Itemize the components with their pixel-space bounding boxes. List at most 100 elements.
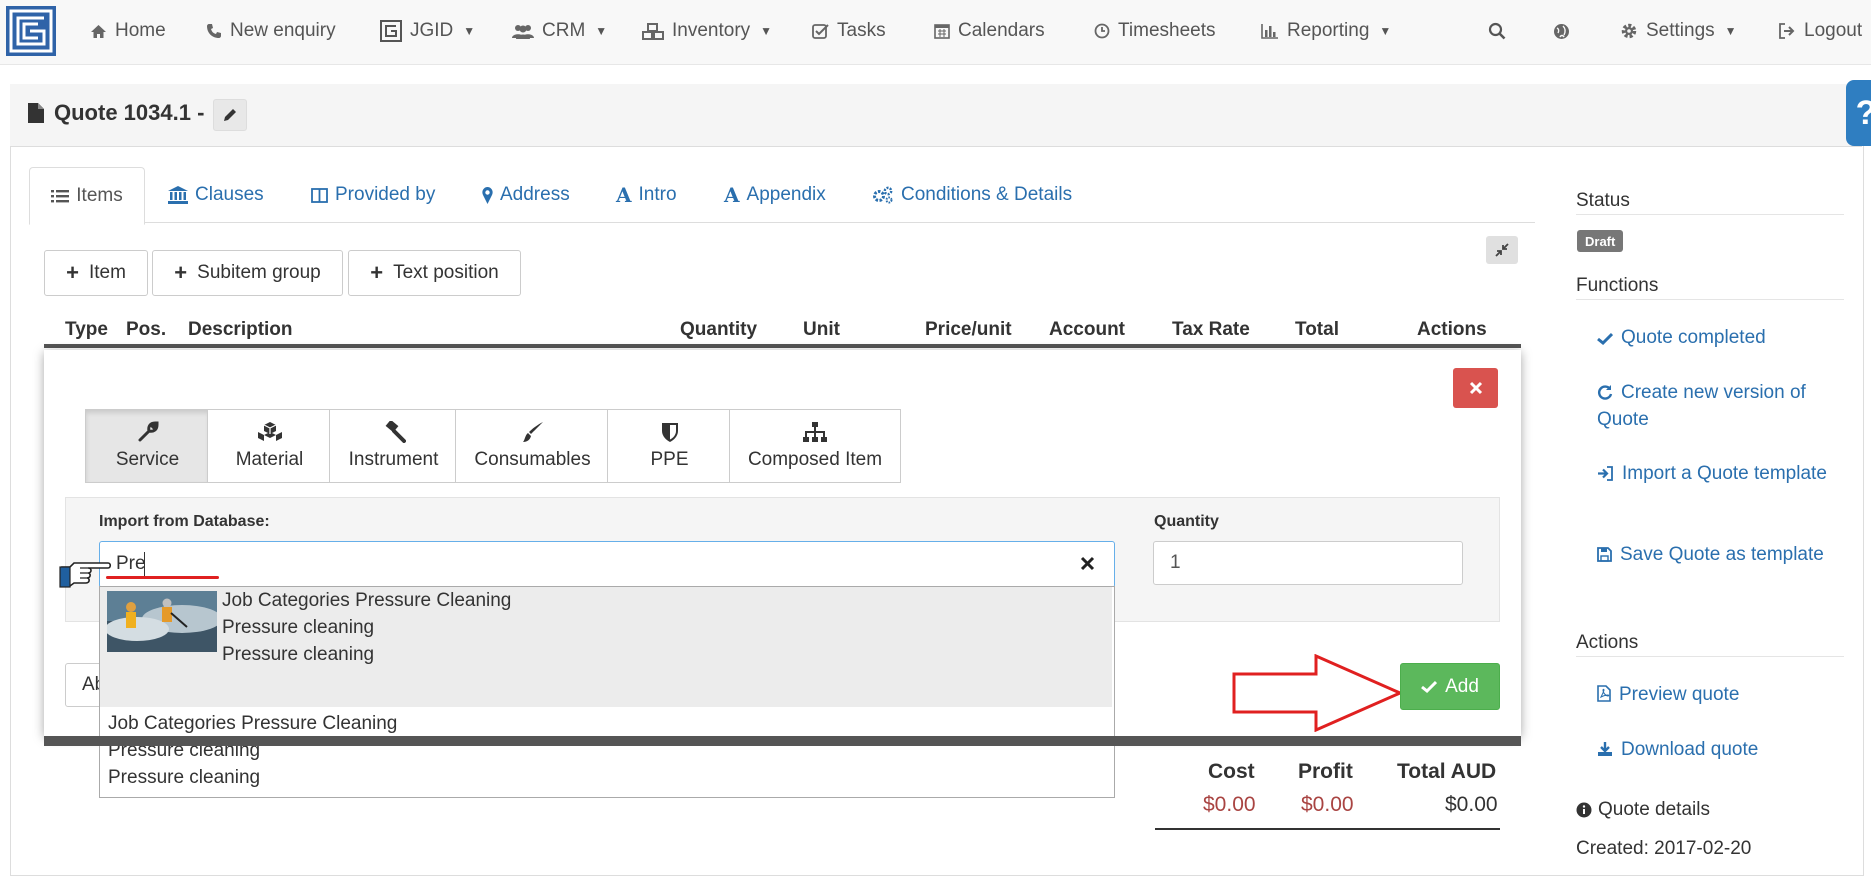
type-material-button[interactable]: Material [207,409,332,483]
add-subitem-group-label: Subitem group [197,262,321,283]
quote-completed-link[interactable]: Quote completed [1597,324,1837,351]
quote-completed-label: Quote completed [1621,327,1766,348]
preview-quote-link[interactable]: Preview quote [1597,681,1837,708]
summary-total-value: $0.00 [1445,793,1498,816]
collapse-button[interactable] [1486,236,1518,264]
nav-tasks[interactable]: Tasks [812,0,886,62]
add-subitem-group-button[interactable]: + Subitem group [152,250,343,296]
save-as-template-link[interactable]: Save Quote as template [1597,541,1837,568]
sitemap-icon [802,421,828,443]
nav-crm-label: CRM [542,20,586,41]
quote-created-date: Created: 2017-02-20 [1576,838,1752,859]
chevron-down-icon: ▼ [463,24,476,38]
col-header-tax-rate: Tax Rate [1172,319,1250,340]
tab-appendix[interactable]: A Appendix [724,168,826,222]
add-button[interactable]: Add [1400,663,1500,710]
app-logo[interactable] [6,6,56,56]
type-consumables-label: Consumables [474,449,591,470]
list-item[interactable]: Job Categories Pressure Cleaning Pressur… [108,710,397,791]
quote-details-label: Quote details [1598,799,1710,820]
download-quote-label: Download quote [1621,739,1759,760]
col-header-actions: Actions [1417,319,1487,340]
home-icon [90,24,107,39]
nav-new-enquiry-label: New enquiry [230,20,336,41]
download-quote-link[interactable]: Download quote [1597,736,1837,763]
check-icon [1597,332,1613,345]
type-service-label: Service [115,449,180,470]
chevron-down-icon: ▼ [595,24,608,38]
tab-intro[interactable]: A Intro [616,168,677,222]
quote-title-text: Quote 1034.1 - [54,100,205,125]
search-icon [1488,22,1506,40]
nav-logout[interactable]: Logout [1778,0,1862,62]
type-composed-item-label: Composed Item [747,449,883,470]
result-description: Pressure cleaning [108,767,261,788]
nav-new-enquiry[interactable]: New enquiry [206,0,336,62]
wrench-icon [137,421,159,443]
clear-search-icon[interactable] [1080,556,1095,571]
nav-crm[interactable]: CRM ▼ [512,0,607,62]
gear-icon [1620,22,1638,40]
list-item[interactable]: Job Categories Pressure Cleaning Pressur… [100,587,1112,707]
tab-conditions-label: Conditions & Details [901,184,1073,205]
phone-icon [206,23,222,39]
nav-reporting[interactable]: Reporting ▼ [1261,0,1391,62]
quote-panel-header [10,84,1862,147]
sign-out-icon [1778,23,1796,39]
tab-items[interactable]: Items [29,167,145,225]
import-template-link[interactable]: Import a Quote template [1597,460,1837,487]
quantity-input[interactable]: 1 [1153,541,1463,585]
nav-settings[interactable]: Settings ▼ [1620,0,1737,62]
tab-provided-by[interactable]: Provided by [311,168,435,222]
nav-home[interactable]: Home [90,0,166,62]
nav-language[interactable] [1553,0,1570,62]
file-pdf-icon [1597,685,1611,702]
add-item-button[interactable]: + Item [44,250,148,296]
nav-search[interactable] [1488,0,1506,62]
bank-icon [168,186,188,204]
plus-icon: + [370,260,384,285]
tab-address[interactable]: Address [482,168,570,222]
pencil-icon [222,107,238,123]
nav-jgid[interactable]: JGID ▼ [380,0,475,62]
nav-timesheets-label: Timesheets [1118,20,1216,41]
shield-icon [661,421,679,443]
type-ppe-label: PPE [650,449,689,470]
add-label: Add [1445,675,1479,697]
summary-profit-value: $0.00 [1301,793,1354,816]
nav-calendars-label: Calendars [958,20,1045,41]
close-modal-button[interactable] [1453,368,1498,408]
font-icon: A [616,183,632,207]
type-ppe-button[interactable]: PPE [607,409,732,483]
table-header-rule [44,344,1521,348]
add-text-position-button[interactable]: + Text position [348,250,521,296]
columns-icon [311,187,328,203]
check-square-icon [812,23,829,39]
result-description: Pressure cleaning [222,644,375,665]
help-tab[interactable]: ? [1846,80,1871,146]
sidebar-rule [1576,656,1844,657]
search-input-value: Pre [116,553,146,574]
nav-inventory[interactable]: Inventory ▼ [642,0,772,62]
nav-timesheets[interactable]: Timesheets [1094,0,1216,62]
summary-total-label: Total AUD [1397,760,1497,783]
database-search-input[interactable]: Pre [99,541,1115,588]
type-composed-item-button[interactable]: Composed Item [729,409,901,483]
text-cursor [144,552,145,576]
summary-rule [1155,828,1500,830]
edit-title-button[interactable] [213,99,247,131]
users-icon [512,24,534,39]
create-new-version-link[interactable]: Create new version of Quote [1597,379,1837,433]
nav-calendars[interactable]: Calendars [934,0,1045,62]
download-icon [1597,741,1613,757]
col-header-type: Type [65,319,108,340]
tab-conditions-details[interactable]: Conditions & Details [872,168,1072,222]
col-header-total: Total [1295,319,1339,340]
annotation-underline [106,576,219,579]
type-consumables-button[interactable]: Consumables [455,409,610,483]
type-instrument-button[interactable]: Instrument [329,409,458,483]
type-service-button[interactable]: Service [85,409,210,483]
cubes-icon [257,421,283,443]
tab-clauses[interactable]: Clauses [168,168,264,222]
status-heading: Status [1576,190,1630,211]
